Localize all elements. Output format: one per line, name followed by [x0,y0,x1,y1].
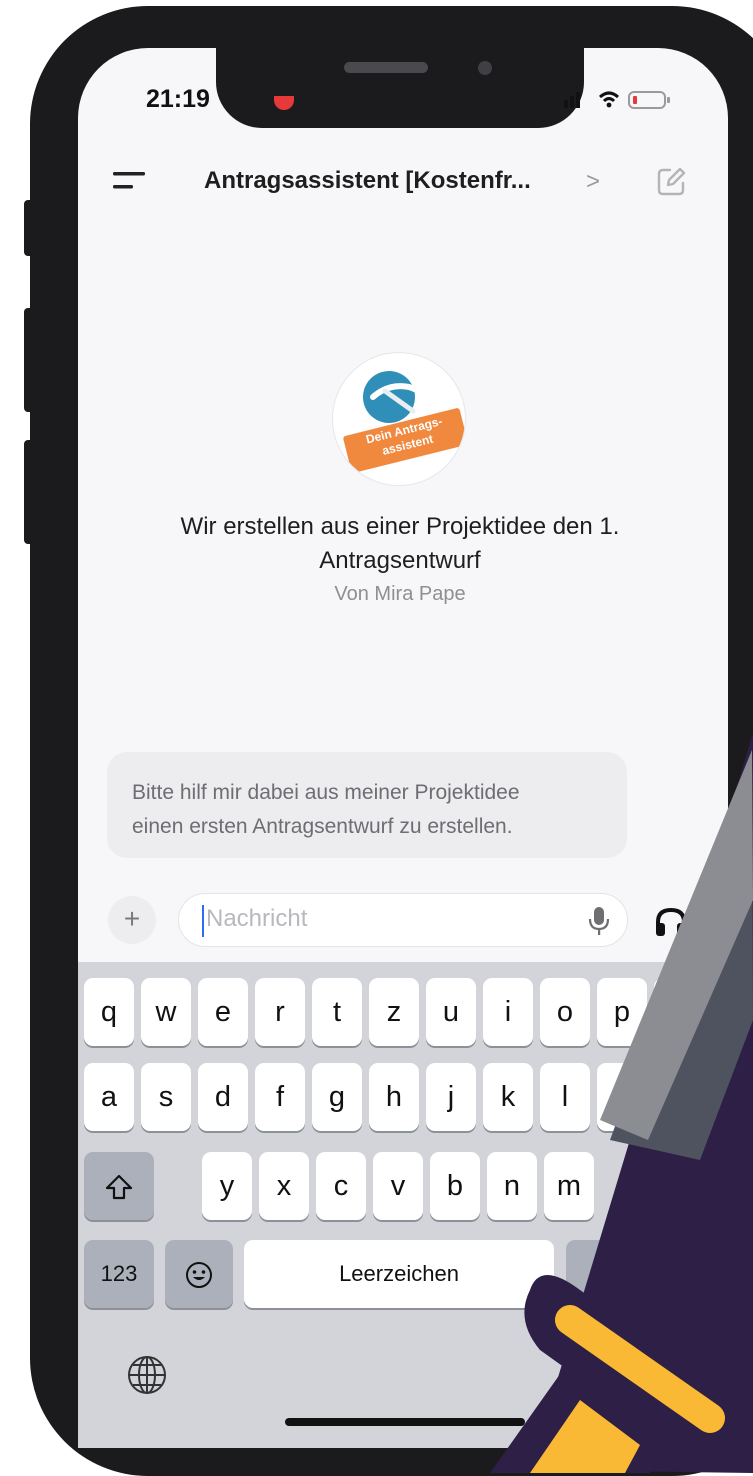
microphone-icon[interactable] [588,905,610,937]
key-f[interactable]: f [255,1063,305,1131]
key-n[interactable]: n [487,1152,537,1220]
key-k[interactable]: k [483,1063,533,1131]
key-j[interactable]: j [426,1063,476,1131]
battery-icon [628,91,670,109]
key-o[interactable]: o [540,978,590,1046]
notch [216,40,584,128]
assistant-author: Von Mira Pape [334,583,466,605]
front-camera [478,61,492,75]
shift-key[interactable] [84,1152,154,1220]
wifi-icon [599,91,619,108]
backspace-key[interactable] [644,1152,714,1220]
space-key[interactable]: Leerzeichen [244,1240,554,1308]
chevron-right-icon[interactable]: > [586,168,600,196]
emoji-key[interactable] [165,1240,233,1308]
status-icons [564,91,670,109]
key-z[interactable]: z [369,978,419,1046]
status-time: 21:19 [146,85,210,113]
emoji-icon [186,1262,212,1289]
key-a[interactable]: a [84,1063,134,1131]
message-input-placeholder: Nachricht [206,905,308,932]
key-g[interactable]: g [312,1063,362,1131]
add-attachment-button[interactable]: + [108,896,156,944]
assistant-description-line-2: Antragsentwurf [319,547,481,574]
key-s[interactable]: s [141,1063,191,1131]
assistant-description-line-1: Wir erstellen aus einer Projektidee den … [180,513,620,540]
suggested-prompt-line-2: einen ersten Antragsentwurf zu erstellen… [132,815,513,838]
side-button-volume-down [24,440,34,544]
key-r[interactable]: r [255,978,305,1046]
keyboard: q w e r t z u i o p ü a s d f g h j k l … [78,962,728,1448]
speaker [344,62,428,73]
key-w[interactable]: w [141,978,191,1046]
side-button-volume-up [24,308,34,412]
key-m[interactable]: m [544,1152,594,1220]
edit-icon[interactable] [655,166,687,198]
key-u[interactable]: u [426,978,476,1046]
key-oe[interactable]: ö [597,1063,647,1131]
numbers-key[interactable]: 123 [84,1240,154,1308]
side-button-silent [24,200,34,256]
chat-title[interactable]: Antragsassistent [Kostenfr... [204,167,531,195]
key-b[interactable]: b [430,1152,480,1220]
key-h[interactable]: h [369,1063,419,1131]
suggested-prompt-line-1: Bitte hilf mir dabei aus meiner Projekti… [132,781,520,804]
key-p[interactable]: p [597,978,647,1046]
key-l[interactable]: l [540,1063,590,1131]
headphones-icon[interactable] [653,906,689,938]
key-x[interactable]: x [259,1152,309,1220]
menu-icon[interactable] [113,170,147,192]
text-cursor [202,905,204,937]
assistant-description: Wir erstellen aus einer Projektidee den … [100,510,700,578]
key-ae[interactable]: ä [654,1063,704,1131]
assistant-avatar: Dein Antrags- assistent [333,353,465,485]
key-t[interactable]: t [312,978,362,1046]
key-ue[interactable]: ü [654,978,704,1046]
key-q[interactable]: q [84,978,134,1046]
home-indicator [285,1418,525,1426]
suggested-prompt-text[interactable]: Bitte hilf mir dabei aus meiner Projekti… [132,776,612,844]
key-v[interactable]: v [373,1152,423,1220]
key-c[interactable]: c [316,1152,366,1220]
key-e[interactable]: e [198,978,248,1046]
return-key[interactable] [566,1240,714,1308]
key-d[interactable]: d [198,1063,248,1131]
key-i[interactable]: i [483,978,533,1046]
globe-icon[interactable] [124,1352,170,1398]
signal-icon [564,92,580,108]
shift-icon [105,1175,133,1200]
key-y[interactable]: y [202,1152,252,1220]
